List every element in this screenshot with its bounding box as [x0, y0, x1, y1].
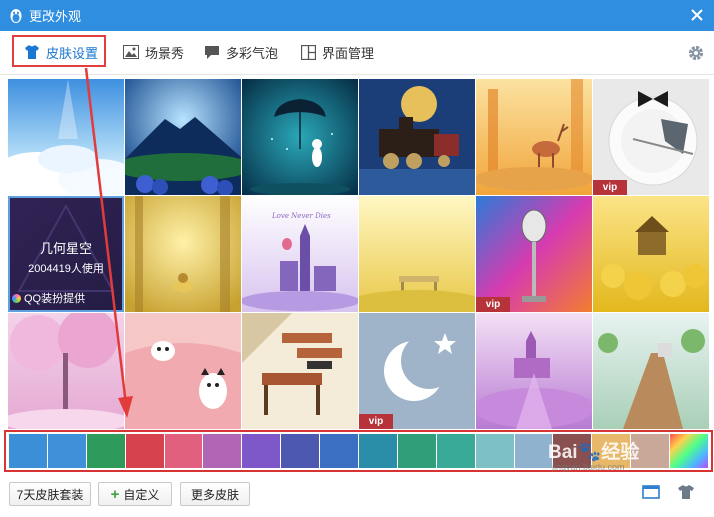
window-title: 更改外观: [29, 9, 82, 24]
tab-label: 多彩气泡: [226, 45, 279, 61]
skin-grid: vip 几何星空 2004419人使用 QQ装扮提供 Love Never Di…: [8, 79, 710, 430]
gear-icon[interactable]: [687, 44, 705, 62]
skin-tile[interactable]: [8, 313, 124, 429]
chat-bubble-icon: [204, 44, 220, 60]
skin-tile[interactable]: [125, 313, 241, 429]
tab-bar: 皮肤设置 场景秀 多彩气泡 界面管理: [0, 31, 714, 75]
skin-tile[interactable]: [476, 313, 592, 429]
vip-badge: vip: [593, 180, 627, 195]
layout-icon: [300, 44, 316, 60]
bottom-bar: 7天皮肤套装 + 自定义 更多皮肤: [0, 474, 714, 517]
skin-tile[interactable]: Love Never Dies: [242, 196, 358, 312]
color-swatch[interactable]: [475, 434, 514, 468]
vip-badge: vip: [476, 297, 510, 312]
skin-tile[interactable]: [125, 196, 241, 312]
color-swatch[interactable]: [86, 434, 125, 468]
vip-badge: vip: [359, 414, 393, 429]
tab-colorful-bubbles[interactable]: 多彩气泡: [204, 39, 278, 65]
skin-tile[interactable]: vip: [593, 79, 709, 195]
watermark-url: jingyan.baidu.com: [552, 462, 625, 472]
watermark-logo: Bai🐾经验: [548, 442, 640, 463]
skin-tile-geometric-starry-sky[interactable]: 几何星空 2004419人使用 QQ装扮提供: [8, 196, 124, 312]
skin-tile[interactable]: [242, 313, 358, 429]
svg-text:Love Never Dies: Love Never Dies: [271, 212, 331, 220]
skin-tile[interactable]: [593, 313, 709, 429]
plus-icon: +: [110, 485, 120, 503]
color-swatch-rainbow[interactable]: [670, 434, 709, 468]
color-swatch[interactable]: [436, 434, 475, 468]
tab-scene-show[interactable]: 场景秀: [123, 39, 184, 65]
tab-label: 界面管理: [322, 45, 375, 61]
color-swatch[interactable]: [125, 434, 164, 468]
customize-button[interactable]: + 自定义: [98, 482, 172, 506]
active-tab-highlight: [12, 35, 106, 67]
close-icon[interactable]: [688, 6, 706, 24]
color-swatch[interactable]: [359, 434, 397, 468]
shirt-icon[interactable]: [677, 484, 697, 504]
skin-tile[interactable]: [125, 79, 241, 195]
window-icon[interactable]: [642, 484, 662, 504]
skin-hover-overlay: 几何星空 2004419人使用 QQ装扮提供: [8, 196, 124, 312]
qq-penguin-icon: [9, 8, 23, 24]
color-swatch[interactable]: [320, 434, 359, 468]
color-swatch[interactable]: [514, 434, 553, 468]
color-swatch[interactable]: [203, 434, 242, 468]
skin-usage-count: 2004419人使用: [28, 263, 104, 275]
color-swatch[interactable]: [47, 434, 86, 468]
skin-tile[interactable]: [359, 196, 475, 312]
tab-label: 场景秀: [145, 45, 185, 61]
skin-tile[interactable]: [359, 79, 475, 195]
skin-tile[interactable]: [8, 79, 124, 195]
skin-tile[interactable]: [242, 79, 358, 195]
title-bar: 更改外观: [0, 0, 714, 31]
skin-tile[interactable]: [593, 196, 709, 312]
color-swatch[interactable]: [164, 434, 203, 468]
picture-icon: [123, 44, 139, 60]
color-swatch[interactable]: [9, 434, 47, 468]
skin-tile[interactable]: [476, 79, 592, 195]
skin-tile[interactable]: vip: [359, 313, 475, 429]
seven-day-skin-pack-button[interactable]: 7天皮肤套装: [9, 482, 91, 506]
color-swatch[interactable]: [397, 434, 436, 468]
color-swatch[interactable]: [281, 434, 320, 468]
skin-tile[interactable]: vip: [476, 196, 592, 312]
color-swatch[interactable]: [242, 434, 281, 468]
tab-interface-management[interactable]: 界面管理: [300, 39, 374, 65]
skin-name: 几何星空: [39, 241, 92, 256]
skin-provider: QQ装扮提供: [12, 290, 85, 306]
qq-dress-logo-icon: [12, 293, 21, 303]
more-skins-button[interactable]: 更多皮肤: [180, 482, 250, 506]
